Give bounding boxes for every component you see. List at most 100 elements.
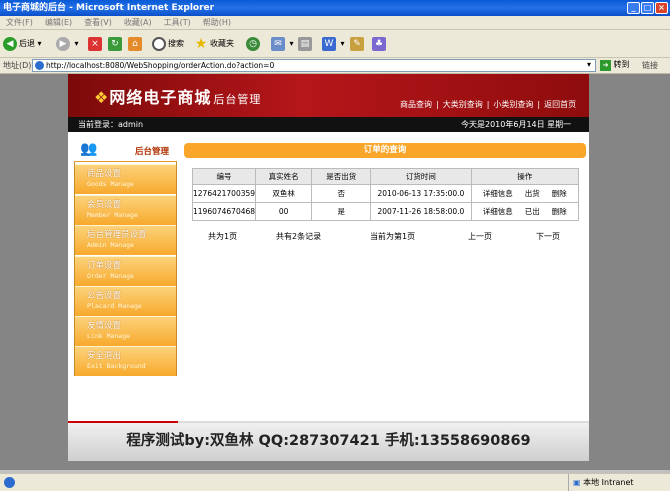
order-name: 双鱼林 — [255, 184, 313, 203]
search-button[interactable]: 搜索 — [152, 35, 184, 53]
mail-button[interactable]: ✉ ▾ — [271, 35, 294, 53]
refresh-icon: ↻ — [108, 36, 122, 51]
table-row: 1276421700359 双鱼林 否 2010-06-13 17:35:00.… — [191, 184, 580, 203]
date-text: 今天是2010年6月14日 星期一 — [461, 120, 572, 129]
total-pages: 共为1页 — [208, 232, 238, 241]
sidebar-title: 后台管理 — [134, 147, 169, 157]
home-icon: ⌂ — [128, 36, 142, 51]
mail-icon: ✉ — [271, 36, 285, 51]
print-button[interactable]: ▤ — [298, 35, 314, 53]
order-time: 2007-11-26 18:58:00.0 — [370, 202, 472, 221]
col-shipped-header: 是否出货 — [311, 168, 372, 185]
col-actions-header: 操作 — [470, 168, 580, 185]
orders-table: 编号 真实姓名 是否出货 订货时间 操作 1276421700359 双鱼林 否… — [191, 168, 580, 221]
footer-text: 程序测试by:双鱼林 QQ:287307421 手机:13558690869 — [126, 433, 531, 449]
print-icon: ▤ — [298, 36, 312, 51]
menu-help[interactable]: 帮助(H) — [197, 16, 237, 30]
edit-button[interactable]: W ▾ — [322, 35, 345, 53]
window-title: 电子商城的后台 - Microsoft Internet Explorer — [3, 3, 215, 13]
zone-indicator: ▣ 本地 Intranet — [568, 474, 634, 491]
messenger-button[interactable]: ♣ — [372, 35, 388, 53]
order-name: 00 — [255, 202, 313, 221]
col-name-header: 真实姓名 — [255, 168, 313, 185]
minimize-icon[interactable]: _ — [627, 2, 640, 14]
delete-link[interactable]: 删除 — [552, 189, 567, 198]
stop-icon: × — [88, 36, 102, 51]
ie-page-icon — [35, 61, 44, 70]
logo-mark-icon: ❖ — [94, 88, 110, 107]
nav-home[interactable]: 返回首页 — [544, 100, 576, 109]
history-icon: ◷ — [246, 36, 260, 51]
quill-icon: ✎ — [350, 36, 364, 51]
address-dropdown-icon[interactable]: ▾ — [587, 60, 591, 69]
maximize-icon[interactable]: □ — [641, 2, 654, 14]
sidebar-item-order[interactable]: 订单设置 Order Manage — [75, 256, 176, 286]
back-button[interactable]: ◀ 后退 ▾ — [3, 35, 42, 53]
stop-button[interactable]: × — [88, 35, 104, 53]
current-page: 当前为第1页 — [370, 232, 416, 241]
sidebar-header: 👥 后台管理 — [74, 138, 177, 162]
status-bar: ▣ 本地 Intranet — [0, 473, 670, 491]
intranet-icon: ▣ — [573, 478, 581, 487]
forward-arrow-icon: ▶ — [56, 36, 70, 51]
history-button[interactable]: ◷ — [246, 35, 262, 53]
delete-link[interactable]: 删除 — [552, 207, 567, 216]
col-id-header: 编号 — [191, 168, 257, 185]
go-arrow-icon: ➜ — [600, 60, 611, 71]
discuss-button[interactable]: ✎ — [350, 35, 366, 53]
menu-favorites[interactable]: 收藏(A) — [118, 16, 158, 30]
info-bar: 当前登录：admin 今天是2010年6月14日 星期一 — [68, 117, 589, 132]
links-label[interactable]: 链接 — [642, 60, 658, 71]
order-actions: 详细信息 出货 删除 — [470, 184, 580, 203]
order-id: 1196074670468 — [191, 202, 257, 221]
sidebar-item-member[interactable]: 会员设置 Member Manage — [75, 195, 176, 225]
footer: 程序测试by:双鱼林 QQ:287307421 手机:13558690869 — [68, 423, 589, 461]
shipped-label: 已出 — [524, 207, 540, 216]
menu-tools[interactable]: 工具(T) — [158, 16, 197, 30]
messenger-icon: ♣ — [372, 36, 386, 51]
next-page-link[interactable]: 下一页 — [536, 231, 560, 242]
menu-bar: 文件(F) 编辑(E) 查看(V) 收藏(A) 工具(T) 帮助(H) — [0, 16, 670, 30]
address-label: 地址(D) — [3, 61, 32, 70]
total-records: 共有2条记录 — [276, 232, 322, 241]
ie-status-icon — [4, 477, 15, 488]
menu-file[interactable]: 文件(F) — [0, 16, 39, 30]
forward-button[interactable]: ▶ ▾ — [56, 35, 79, 53]
ship-link[interactable]: 出货 — [525, 189, 540, 198]
menu-edit[interactable]: 编辑(E) — [39, 16, 78, 30]
sidebar-item-placard[interactable]: 公告设置 Placard Manage — [75, 286, 176, 316]
detail-link[interactable]: 详细信息 — [483, 207, 513, 216]
nav-category-query[interactable]: 大类别查询 — [443, 100, 483, 109]
sidebar-item-goods[interactable]: 商品设置 Goods Manage — [75, 164, 176, 194]
search-icon — [152, 36, 166, 51]
address-bar: 地址(D) http://localhost:8080/WebShopping/… — [0, 58, 670, 74]
prev-page-link[interactable]: 上一页 — [468, 231, 492, 242]
table-header-row: 编号 真实姓名 是否出货 订货时间 操作 — [191, 168, 580, 185]
order-shipped: 是 — [311, 202, 372, 221]
top-nav: 商品查询 | 大类别查询 | 小类别查询 | 返回首页 — [400, 100, 577, 109]
refresh-button[interactable]: ↻ — [108, 35, 124, 53]
col-time-header: 订货时间 — [370, 168, 472, 185]
menu-view[interactable]: 查看(V) — [78, 16, 118, 30]
home-button[interactable]: ⌂ — [128, 35, 144, 53]
nav-goods-query[interactable]: 商品查询 — [400, 100, 432, 109]
order-actions: 详细信息 已出 删除 — [470, 202, 580, 221]
close-icon[interactable]: × — [655, 2, 668, 14]
back-arrow-icon: ◀ — [3, 36, 17, 51]
detail-link[interactable]: 详细信息 — [483, 189, 513, 198]
table-row: 1196074670468 00 是 2007-11-26 18:58:00.0… — [191, 202, 580, 221]
word-icon: W — [322, 36, 336, 51]
order-id: 1276421700359 — [191, 184, 257, 203]
order-time: 2010-06-13 17:35:00.0 — [370, 184, 472, 203]
address-input[interactable]: http://localhost:8080/WebShopping/orderA… — [32, 59, 596, 72]
favorites-button[interactable]: ★ 收藏夹 — [194, 35, 234, 53]
admin-users-icon: 👥 — [80, 141, 98, 157]
nav-subcategory-query[interactable]: 小类别查询 — [493, 100, 533, 109]
window-title-bar: 电子商城的后台 - Microsoft Internet Explorer _ … — [0, 0, 670, 16]
sidebar-item-link[interactable]: 友情设置 Link Manage — [75, 316, 176, 346]
sidebar-item-exit[interactable]: 安全退出 Exit Background — [75, 346, 176, 376]
sidebar-item-admin[interactable]: 后台管理员设置 Admin Manage — [75, 225, 176, 255]
go-button[interactable]: ➜ 转到 — [600, 59, 630, 71]
order-shipped: 否 — [311, 184, 372, 203]
section-title: 订单的查询 — [184, 143, 586, 158]
